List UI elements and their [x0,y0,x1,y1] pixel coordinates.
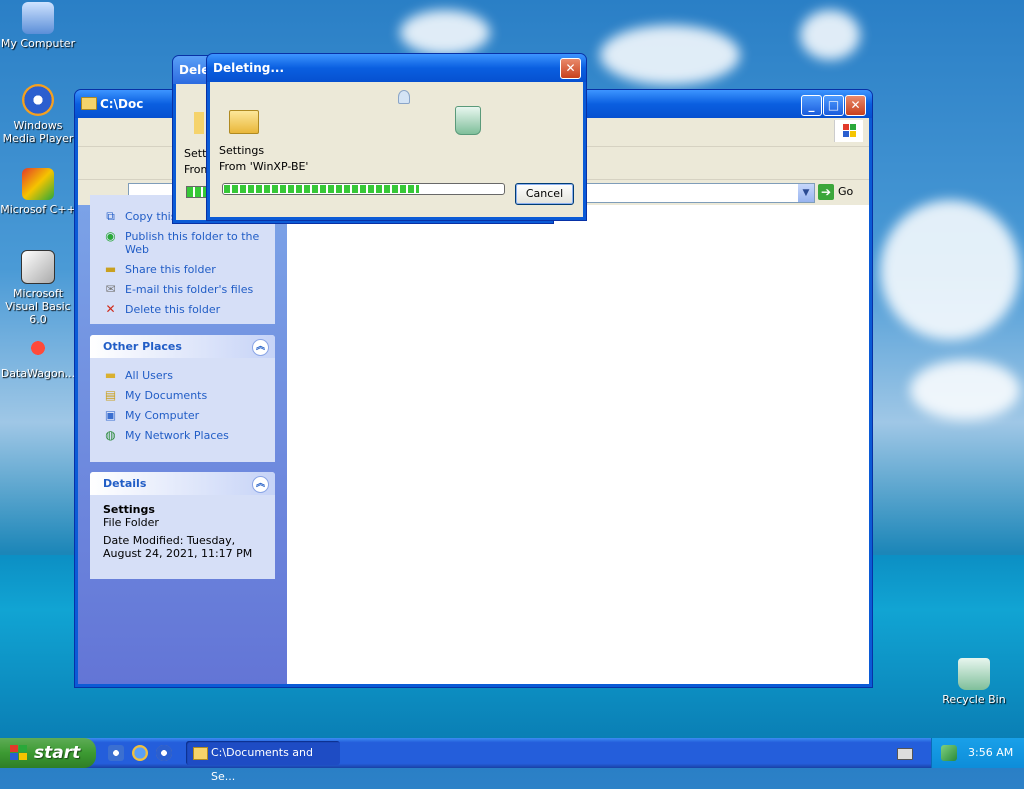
desktop-icon-recycle-bin[interactable]: Recycle Bin [936,658,1012,706]
media-player-icon [22,84,54,116]
desktop-icon-windows-media-player[interactable]: Windows Media Player [0,84,76,145]
progress-fill [224,185,420,193]
internet-explorer-icon[interactable] [132,745,148,761]
my-documents-icon: ▤ [104,388,117,402]
windows-logo-icon [834,120,863,142]
dialog-title-bar[interactable]: Deleting... ✕ [207,54,586,82]
desktop-icon-microsoft-cpp[interactable]: Microsof C++ [0,168,76,216]
other-place-network[interactable]: ◍ My Network Places [90,426,275,446]
delete-icon: ✕ [105,302,116,316]
folder-icon [81,97,97,110]
other-place-my-computer[interactable]: ▣ My Computer [90,406,275,426]
task-pane: ⧉ Copy this folder ◉ Publish this folder t… [78,195,287,684]
datawagon-icon [22,332,54,364]
flying-paper-icon [398,90,410,104]
taskbar-explorer-button[interactable]: C:\Documents and Se... [186,741,340,783]
other-place-my-documents[interactable]: ▤ My Documents [90,386,275,406]
details-box: Details ︽ Settings File Folder Date Modif… [90,472,275,579]
minimize-button[interactable]: _ [801,95,822,116]
my-computer-icon: ▣ [104,408,117,422]
copy-folder-icon: ⧉ [106,209,115,223]
email-files-link[interactable]: ✉ E-mail this folder's files [90,280,275,300]
other-places-header[interactable]: Other Places ︽ [90,335,275,358]
clock[interactable]: 3:56 AM [968,746,1013,759]
publish-web-icon: ◉ [105,229,116,243]
network-icon: ◍ [105,428,116,442]
folder-icon: ▬ [104,368,117,382]
dialog-source: From 'WinXP-BE' [219,160,309,173]
go-arrow-icon: ➔ [818,184,834,200]
share-folder-link[interactable]: ▬ Share this folder [90,260,275,280]
share-folder-icon: ▬ [104,262,117,276]
other-place-all-users[interactable]: ▬ All Users [90,366,275,386]
start-button[interactable]: start [0,738,96,768]
details-text: Settings File Folder Date Modified: Tues… [90,495,275,568]
dialog-title: Deleting... [213,61,285,75]
folder-icon [229,110,259,134]
quicklaunch-desktop-icon[interactable] [108,745,124,761]
recycle-bin-icon [958,658,990,690]
other-places-box: Other Places ︽ ▬ All Users ▤ My Documents ▣… [90,335,275,462]
my-computer-icon [22,2,54,34]
maximize-button[interactable]: □ [823,95,844,116]
dialog-item-name: Settings [219,144,265,157]
visual-basic-icon [21,250,55,284]
details-type: File Folder [103,516,159,529]
email-icon: ✉ [105,282,116,296]
collapse-chevron-icon[interactable]: ︽ [252,339,269,356]
system-tray: 3:56 AM [931,738,1024,768]
dialog-close-button[interactable]: ✕ [560,58,581,79]
taskbar: start C:\Documents and Se... 3:56 AM [0,738,1024,783]
folder-icon [194,112,204,134]
go-button[interactable]: ➔ Go [818,183,853,201]
delete-progress-bar [222,183,505,195]
visual-cpp-icon [22,168,54,200]
network-icon[interactable] [941,745,957,761]
close-button[interactable]: ✕ [845,95,866,116]
dialog-body: Settings From 'WinXP-BE' Cancel [210,82,583,217]
recycle-bin-icon [455,106,481,135]
background-progress-bar [186,186,208,198]
desktop-icon-my-computer[interactable]: My Computer [0,2,76,50]
desktop-icon-datawagon[interactable]: DataWagon... [0,332,76,380]
desktop-icon-visual-basic[interactable]: Microsoft Visual Basic 6.0 [0,250,76,326]
details-header[interactable]: Details ︽ [90,472,275,495]
explorer-title: C:\Doc [100,97,144,111]
collapse-chevron-icon[interactable]: ︽ [252,476,269,493]
details-modified: Date Modified: Tuesday, August 24, 2021,… [103,534,253,560]
chevron-down-icon[interactable]: ▼ [798,184,814,202]
windows-logo-icon [10,745,28,761]
details-name: Settings [103,503,155,516]
folder-icon [193,747,208,760]
cancel-button[interactable]: Cancel [515,183,574,205]
delete-folder-link[interactable]: ✕ Delete this folder [90,300,275,320]
deleting-dialog[interactable]: Deleting... ✕ Settings From 'WinXP-BE' C… [206,53,587,221]
media-player-icon[interactable] [156,745,172,761]
keyboard-icon[interactable] [897,748,913,760]
publish-web-link[interactable]: ◉ Publish this folder to the Web [90,227,275,260]
